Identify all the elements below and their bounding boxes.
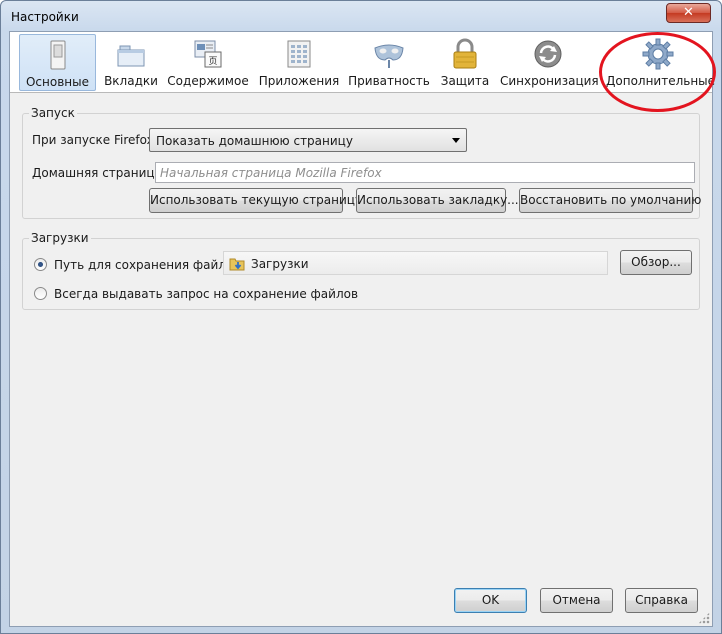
settings-window: Настройки ✕ Основные Вкладки 页 Содержимо… xyxy=(0,0,722,634)
resize-grip[interactable] xyxy=(698,612,710,624)
chevron-down-icon xyxy=(452,138,460,143)
folder-download-icon xyxy=(229,258,245,271)
tab-applications[interactable]: Приложения xyxy=(257,34,341,91)
browse-button[interactable]: Обзор... xyxy=(620,250,692,275)
tab-sync[interactable]: Синхронизация xyxy=(500,34,599,91)
help-label: Справка xyxy=(635,593,688,607)
ok-label: OK xyxy=(481,593,500,607)
privacy-mask-icon xyxy=(374,44,404,68)
restore-default-button[interactable]: Восстановить по умолчанию xyxy=(519,188,701,213)
help-button[interactable]: Справка xyxy=(625,588,698,613)
sync-icon xyxy=(534,40,562,68)
cancel-label: Отмена xyxy=(552,593,601,607)
cancel-button[interactable]: Отмена xyxy=(540,588,613,613)
ok-button[interactable]: OK xyxy=(454,588,527,613)
homepage-label: Домашняя страница: xyxy=(32,166,166,180)
homepage-input[interactable] xyxy=(156,163,694,182)
lock-icon xyxy=(453,38,477,69)
download-folder-field: Загрузки xyxy=(223,251,608,275)
save-to-radio[interactable] xyxy=(34,258,47,271)
save-to-label: Путь для сохранения файлов xyxy=(54,258,241,272)
svg-text:页: 页 xyxy=(208,56,217,67)
close-icon: ✕ xyxy=(683,5,694,20)
close-button[interactable]: ✕ xyxy=(666,3,711,23)
homepage-field[interactable] xyxy=(155,162,695,183)
downloads-group-caption: Загрузки xyxy=(29,231,91,245)
browse-label: Обзор... xyxy=(631,255,681,269)
applications-icon xyxy=(287,40,311,68)
tab-label: Содержимое xyxy=(167,74,249,88)
tab-label: Приложения xyxy=(258,74,340,88)
tab-label: Синхронизация xyxy=(500,74,599,88)
download-folder-name: Загрузки xyxy=(251,257,309,271)
title-bar[interactable]: Настройки ✕ xyxy=(1,1,721,31)
radio-selected-dot xyxy=(38,262,43,267)
tab-label: Приватность xyxy=(348,74,430,88)
red-highlight-circle xyxy=(599,32,716,112)
startup-group-caption: Запуск xyxy=(29,106,77,120)
use-current-page-button[interactable]: Использовать текущую страницу xyxy=(149,188,362,213)
always-ask-radio[interactable] xyxy=(34,287,47,300)
tab-security[interactable]: Защита xyxy=(436,34,494,91)
tab-privacy[interactable]: Приватность xyxy=(348,34,430,91)
tabs-icon xyxy=(117,45,145,67)
switch-icon xyxy=(50,40,65,70)
category-toolbar: Основные Вкладки 页 Содержимое Приложения… xyxy=(10,32,716,112)
tab-label: Защита xyxy=(440,74,490,88)
use-bookmark-label: Использовать закладку... xyxy=(357,193,519,207)
tab-content[interactable]: 页 Содержимое xyxy=(166,34,250,91)
when-firefox-starts-label: При запуске Firefox: xyxy=(32,133,158,147)
startup-dropdown[interactable]: Показать домашнюю страницу xyxy=(149,128,467,152)
tab-label: Вкладки xyxy=(104,74,158,88)
use-current-page-label: Использовать текущую страницу xyxy=(150,193,363,207)
always-ask-label: Всегда выдавать запрос на сохранение фай… xyxy=(54,287,359,301)
tab-general[interactable]: Основные xyxy=(19,34,96,91)
window-title: Настройки xyxy=(11,10,79,24)
startup-dropdown-value: Показать домашнюю страницу xyxy=(156,134,353,148)
tab-label: Основные xyxy=(25,75,89,89)
use-bookmark-button[interactable]: Использовать закладку... xyxy=(356,188,519,213)
content-icon: 页 xyxy=(194,40,222,68)
dialog-client-area: Основные Вкладки 页 Содержимое Приложения… xyxy=(9,31,716,627)
tab-tabs[interactable]: Вкладки xyxy=(100,34,162,91)
restore-default-label: Восстановить по умолчанию xyxy=(520,193,702,207)
